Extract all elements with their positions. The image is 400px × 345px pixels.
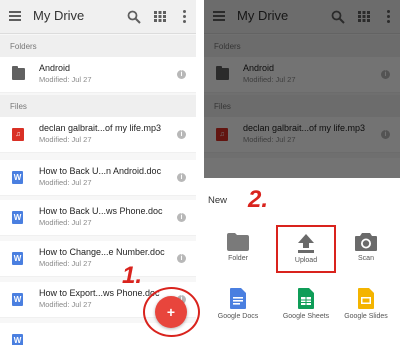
item-name: How to Change...e Number.doc [39,247,165,257]
dim-overlay[interactable] [204,0,400,178]
camera-icon [355,233,377,251]
doc-file-icon: W [12,252,23,265]
folder-icon [227,233,249,251]
google-slides-option[interactable]: Google Slides [336,288,396,320]
info-icon[interactable]: i [177,173,186,182]
google-sheets-option[interactable]: Google Sheets [276,288,336,320]
option-label: Upload [294,257,318,264]
section-header-files: Files [0,95,196,117]
info-icon[interactable]: i [177,70,186,79]
google-docs-option[interactable]: Google Docs [208,288,268,320]
app-title: My Drive [33,8,85,23]
doc-file-icon: W [12,171,23,184]
info-icon[interactable]: i [177,254,186,263]
info-icon[interactable]: i [177,213,186,222]
list-item[interactable]: W How to Back U...ws Phone.doc Modified:… [0,200,196,236]
new-bottom-sheet: New Folder Upload Scan Google Docs Googl… [204,178,400,345]
doc-file-icon: W [12,334,23,345]
list-item[interactable]: W How to Change...e Number.doc Modified:… [0,241,196,277]
info-icon[interactable]: i [177,130,186,139]
item-name: How to Back U...n Android.doc [39,166,162,176]
item-modified: Modified: Jul 27 [39,300,92,309]
upload-option[interactable]: Upload [276,233,336,264]
list-item[interactable]: Android Modified: Jul 27 i [0,57,196,93]
scan-option[interactable]: Scan [336,233,396,262]
option-label: Google Docs [217,313,259,320]
option-label: Folder [228,255,248,262]
drive-screen-right: My Drive Folders Android Modified: Jul 2… [204,0,400,345]
folder-icon [12,66,25,80]
google-slides-icon [358,288,374,309]
step-2-label: 2. [248,186,269,213]
upload-icon [298,234,314,253]
list-item[interactable]: ♫ declan galbrait...of my life.mp3 Modif… [0,117,196,153]
list-item[interactable]: W How to Back U...n Android.doc Modified… [0,160,196,196]
google-docs-icon [230,288,246,309]
item-modified: Modified: Jul 27 [39,259,92,268]
app-bar: My Drive [0,0,196,34]
item-modified: Modified: Jul 27 [39,218,92,227]
doc-file-icon: W [12,211,23,224]
item-name: Android [39,63,71,73]
item-name: declan galbrait...of my life.mp3 [39,123,162,133]
more-vert-icon[interactable] [183,10,187,23]
section-header-folders: Folders [0,35,196,57]
option-label: Google Slides [344,313,388,320]
item-modified: Modified: Jul 27 [39,135,92,144]
option-label: Google Sheets [282,313,330,320]
item-modified: Modified: Jul 27 [39,75,92,84]
new-folder-option[interactable]: Folder [208,233,268,262]
sheet-title: New [208,195,228,206]
option-label: Scan [358,255,374,262]
audio-file-icon: ♫ [12,128,24,141]
google-sheets-icon [298,288,314,309]
item-modified: Modified: Jul 27 [39,178,92,187]
doc-file-icon: W [12,293,23,306]
grid-view-icon[interactable] [154,11,166,22]
search-icon[interactable] [127,10,141,24]
add-fab-button[interactable]: + [155,296,187,328]
item-name: How to Back U...ws Phone.doc [39,206,163,216]
menu-icon[interactable] [9,11,21,21]
step-1-label: 1. [122,262,143,289]
